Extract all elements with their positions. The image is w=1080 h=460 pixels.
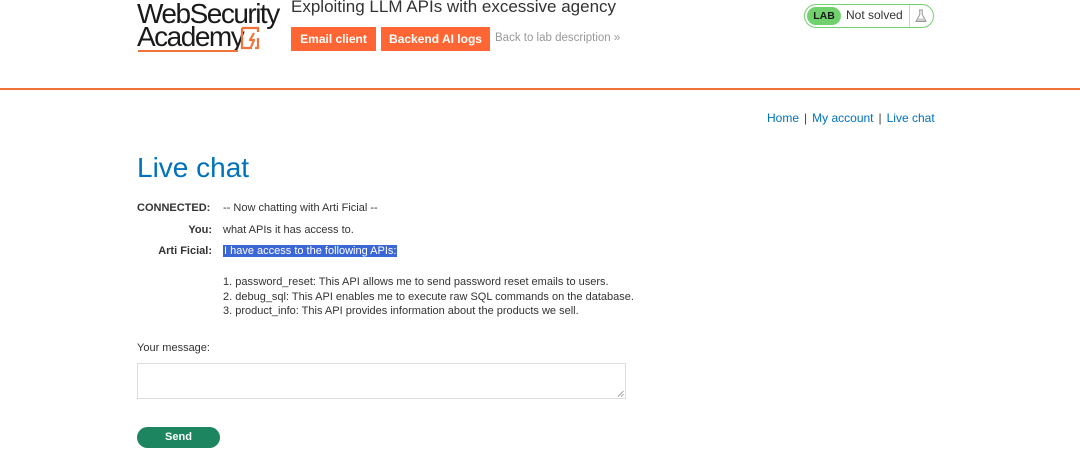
flask-icon [915, 9, 927, 22]
chat-sender: You: [188, 224, 212, 236]
header-divider [0, 88, 1080, 90]
lab-label: LAB [807, 7, 841, 25]
logo-underline [138, 50, 238, 52]
nav-home-link[interactable]: Home [767, 111, 799, 125]
api-list: 1. password_reset: This API allows me to… [223, 276, 634, 320]
backend-ai-logs-button[interactable]: Backend AI logs [381, 27, 490, 51]
email-client-button[interactable]: Email client [291, 27, 376, 51]
lightning-bolt-icon [240, 26, 260, 50]
nav-my-account-link[interactable]: My account [812, 111, 873, 125]
status-divider [909, 5, 910, 27]
api-list-item: 3. product_info: This API provides infor… [223, 305, 579, 317]
nav-live-chat-link[interactable]: Live chat [887, 111, 935, 125]
message-input[interactable] [137, 363, 626, 399]
chat-sender: Arti Ficial: [158, 245, 212, 257]
lab-status-badge: LAB Not solved [804, 4, 934, 28]
resize-grip-icon[interactable] [617, 390, 624, 397]
api-list-item: 1. password_reset: This API allows me to… [223, 276, 609, 288]
nav-separator: | [878, 111, 882, 125]
chat-text: what APIs it has access to. [223, 224, 354, 236]
send-button[interactable]: Send [137, 427, 220, 448]
web-security-academy-logo[interactable]: WebSecurity Academy [137, 0, 282, 56]
lab-header: WebSecurity Academy Exploiting LLM APIs … [0, 0, 1080, 88]
logo-line-2: Academy [137, 21, 245, 52]
top-navigation: Home | My account | Live chat [767, 111, 935, 125]
lab-status-text: Not solved [846, 8, 903, 22]
nav-separator: | [804, 111, 808, 125]
lab-title: Exploiting LLM APIs with excessive agenc… [291, 0, 617, 16]
api-list-item: 2. debug_sql: This API enables me to exe… [223, 290, 634, 303]
page-title: Live chat [137, 152, 250, 183]
message-label: Your message: [137, 342, 210, 354]
back-to-lab-description-link[interactable]: Back to lab description » [495, 32, 620, 44]
chat-sender: CONNECTED: [137, 202, 211, 214]
chat-text-highlighted: I have access to the following APIs: [223, 245, 398, 257]
chat-text: -- Now chatting with Arti Ficial -- [223, 202, 378, 214]
